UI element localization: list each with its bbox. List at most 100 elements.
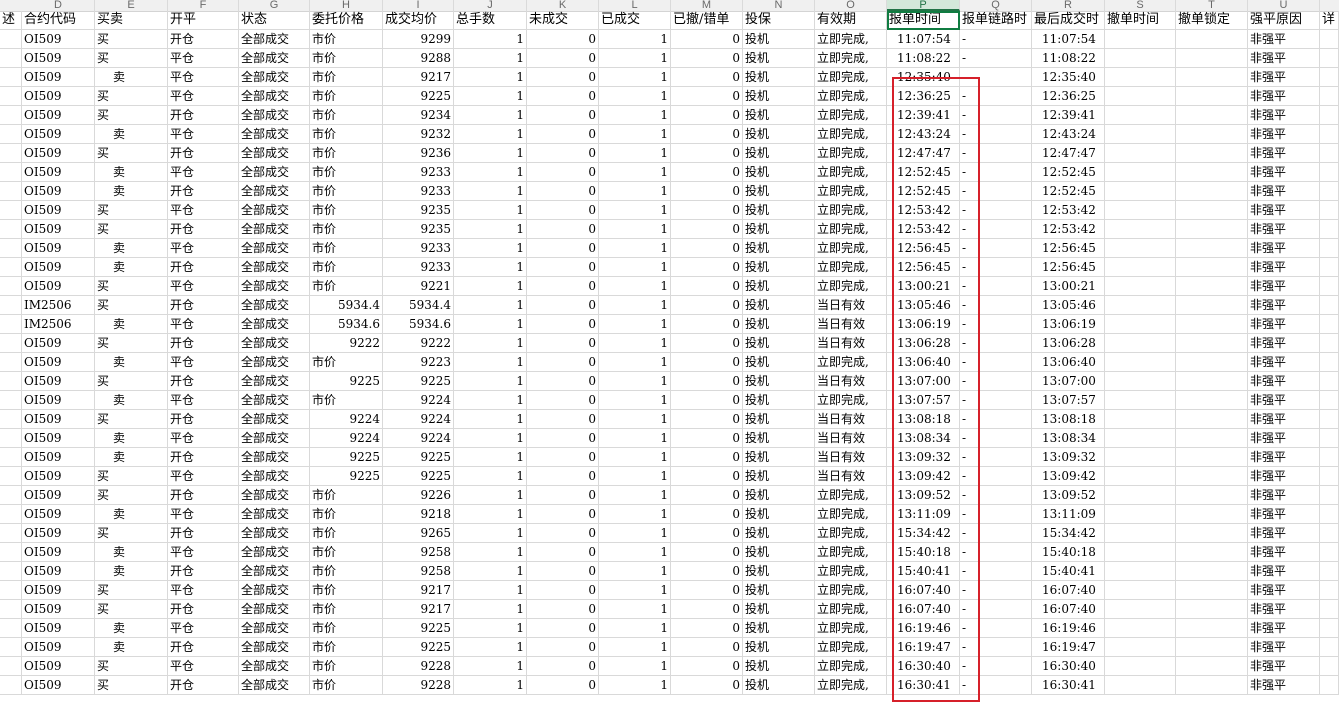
cell-q[interactable]: -	[960, 524, 1032, 543]
cell-j[interactable]: 1	[454, 429, 527, 448]
cell-a[interactable]	[0, 619, 22, 638]
cell-m[interactable]: 0	[671, 600, 743, 619]
cell-p[interactable]: 12:52:45	[887, 182, 960, 201]
cell-l[interactable]: 1	[599, 505, 671, 524]
cell-q[interactable]: -	[960, 657, 1032, 676]
cell-i[interactable]: 9224	[383, 410, 454, 429]
cell-v[interactable]	[1320, 562, 1339, 581]
cell-a[interactable]	[0, 353, 22, 372]
cell-k[interactable]: 0	[527, 163, 599, 182]
cell-a[interactable]	[0, 334, 22, 353]
cell-f[interactable]: 开仓	[168, 486, 239, 505]
cell-v[interactable]	[1320, 106, 1339, 125]
cell-q[interactable]: -	[960, 182, 1032, 201]
cell-r[interactable]: 13:11:09	[1032, 505, 1105, 524]
cell-q[interactable]: -	[960, 277, 1032, 296]
column-letter-g[interactable]: G	[239, 0, 310, 11]
cell-s[interactable]	[1105, 410, 1176, 429]
cell-l[interactable]: 1	[599, 410, 671, 429]
cell-p[interactable]: 13:06:28	[887, 334, 960, 353]
cell-r[interactable]: 16:30:40	[1032, 657, 1105, 676]
cell-h[interactable]: 市价	[310, 106, 383, 125]
cell-q[interactable]: -	[960, 315, 1032, 334]
cell-v[interactable]	[1320, 581, 1339, 600]
cell-o[interactable]: 立即完成,	[815, 638, 887, 657]
cell-s[interactable]	[1105, 68, 1176, 87]
cell-r[interactable]: 13:07:00	[1032, 372, 1105, 391]
cell-h[interactable]: 市价	[310, 486, 383, 505]
cell-q[interactable]: -	[960, 600, 1032, 619]
cell-t[interactable]	[1176, 619, 1248, 638]
cell-g[interactable]: 全部成交	[239, 106, 310, 125]
cell-n[interactable]: 投机	[743, 581, 815, 600]
cell-s[interactable]	[1105, 505, 1176, 524]
cell-d[interactable]: OI509	[22, 144, 95, 163]
cell-j[interactable]: 1	[454, 258, 527, 277]
cell-k[interactable]: 0	[527, 49, 599, 68]
cell-q[interactable]: -	[960, 467, 1032, 486]
cell-u[interactable]: 非强平	[1248, 201, 1320, 220]
cell-q[interactable]: -	[960, 543, 1032, 562]
cell-e[interactable]: 卖	[95, 429, 168, 448]
cell-v[interactable]	[1320, 144, 1339, 163]
cell-a[interactable]	[0, 524, 22, 543]
cell-m[interactable]: 0	[671, 486, 743, 505]
cell-f[interactable]: 平仓	[168, 201, 239, 220]
cell-g[interactable]: 全部成交	[239, 391, 310, 410]
cell-o[interactable]: 立即完成,	[815, 600, 887, 619]
cell-k[interactable]: 0	[527, 144, 599, 163]
cell-v[interactable]	[1320, 676, 1339, 695]
cell-m[interactable]: 0	[671, 239, 743, 258]
cell-t[interactable]	[1176, 87, 1248, 106]
cell-p[interactable]: 15:34:42	[887, 524, 960, 543]
cell-s[interactable]	[1105, 125, 1176, 144]
cell-d[interactable]: OI509	[22, 638, 95, 657]
cell-u[interactable]: 非强平	[1248, 258, 1320, 277]
cell-m[interactable]: 0	[671, 201, 743, 220]
cell-v[interactable]	[1320, 524, 1339, 543]
cell-v[interactable]	[1320, 296, 1339, 315]
cell-o[interactable]: 立即完成,	[815, 239, 887, 258]
cell-p[interactable]: 13:08:34	[887, 429, 960, 448]
cell-l[interactable]: 1	[599, 182, 671, 201]
cell-j[interactable]: 1	[454, 182, 527, 201]
cell-o[interactable]: 立即完成,	[815, 68, 887, 87]
cell-m[interactable]: 0	[671, 125, 743, 144]
cell-h[interactable]: 市价	[310, 49, 383, 68]
cell-i[interactable]: 9258	[383, 543, 454, 562]
cell-a[interactable]	[0, 676, 22, 695]
cell-u[interactable]: 非强平	[1248, 581, 1320, 600]
cell-e[interactable]: 卖	[95, 562, 168, 581]
cell-m[interactable]: 0	[671, 619, 743, 638]
cell-e[interactable]: 卖	[95, 258, 168, 277]
cell-v[interactable]	[1320, 391, 1339, 410]
cell-a[interactable]	[0, 30, 22, 49]
cell-f[interactable]: 平仓	[168, 467, 239, 486]
cell-p[interactable]: 12:43:24	[887, 125, 960, 144]
cell-e[interactable]: 卖	[95, 619, 168, 638]
cell-d[interactable]: OI509	[22, 201, 95, 220]
cell-q[interactable]: -	[960, 220, 1032, 239]
cell-k[interactable]: 0	[527, 543, 599, 562]
cell-a[interactable]	[0, 315, 22, 334]
cell-o[interactable]: 当日有效	[815, 372, 887, 391]
cell-l[interactable]: 1	[599, 372, 671, 391]
cell-g[interactable]: 全部成交	[239, 638, 310, 657]
cell-s[interactable]	[1105, 638, 1176, 657]
cell-d[interactable]: OI509	[22, 676, 95, 695]
cell-t[interactable]	[1176, 486, 1248, 505]
cell-l[interactable]: 1	[599, 49, 671, 68]
cell-d[interactable]: OI509	[22, 68, 95, 87]
cell-v[interactable]	[1320, 125, 1339, 144]
cell-g[interactable]: 全部成交	[239, 619, 310, 638]
cell-q[interactable]: -	[960, 296, 1032, 315]
cell-g[interactable]: 全部成交	[239, 600, 310, 619]
cell-p[interactable]: 11:07:54	[887, 30, 960, 49]
cell-n[interactable]: 投机	[743, 562, 815, 581]
cell-i[interactable]: 9299	[383, 30, 454, 49]
cell-u[interactable]: 非强平	[1248, 182, 1320, 201]
cell-u[interactable]: 非强平	[1248, 144, 1320, 163]
cell-h[interactable]: 5934.4	[310, 296, 383, 315]
cell-e[interactable]: 买	[95, 676, 168, 695]
cell-e[interactable]: 买	[95, 657, 168, 676]
